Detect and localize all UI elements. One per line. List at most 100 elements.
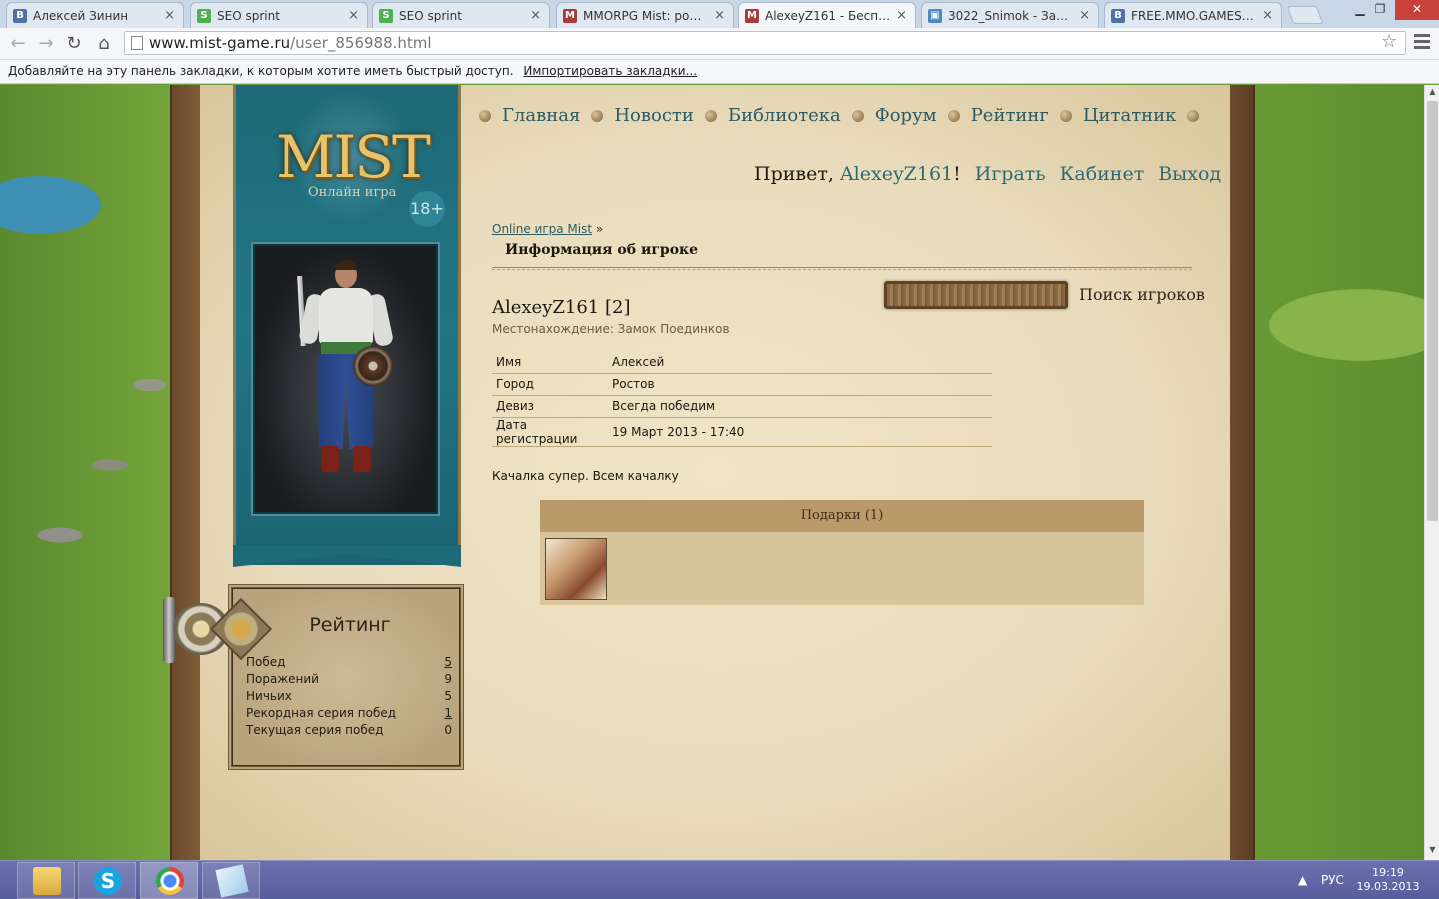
rating-label: Ничьих [246,689,292,703]
gift-item[interactable] [545,538,607,600]
breadcrumb-home-link[interactable]: Online игра Mist [492,222,592,236]
close-tab-icon[interactable]: × [348,8,359,23]
info-key: Город [492,373,608,396]
notes-icon [215,864,249,898]
nav-item[interactable]: Новости [614,105,694,126]
browser-tab[interactable]: M MMORPG Mist: ролева × [556,2,734,28]
table-row: Девиз Всегда победим [492,395,992,418]
scroll-up-icon[interactable]: ▲ [1425,87,1439,96]
browser-tab[interactable]: S SEO sprint × [372,2,550,28]
player-search-label[interactable]: Поиск игроков [1079,285,1205,304]
player-search-input[interactable] [884,281,1068,309]
url-host: www.mist-game.ru [149,34,291,52]
rating-label: Поражений [246,672,319,686]
close-window-button[interactable]: ✕ [1395,0,1439,20]
new-tab-button[interactable] [1286,6,1324,24]
nav-item[interactable]: Цитатник [1083,105,1177,126]
chrome-icon [156,867,184,895]
language-indicator[interactable]: РУС [1321,861,1344,899]
menu-icon[interactable] [1414,34,1430,52]
rating-value: 0 [444,723,452,737]
play-link[interactable]: Играть [975,163,1046,185]
clock-time: 19:19 [1372,866,1404,879]
import-bookmarks-link[interactable]: Импортировать закладки... [523,64,697,78]
rating-value: 5 [444,689,452,703]
rating-value[interactable]: 1 [444,705,452,722]
tab-title: AlexeyZ161 - Бесплатна [765,8,890,23]
taskbar-explorer-button[interactable] [17,862,75,899]
gifts-panel: Подарки (1) [540,500,1144,605]
mist-icon: M [563,8,577,23]
nav-item[interactable]: Форум [875,105,937,126]
nav-bullet-icon [1059,109,1072,122]
info-key: Девиз [492,395,608,418]
nav-bullet-icon [851,109,864,122]
reload-icon[interactable]: ↻ [62,32,86,56]
info-value: Всегда победим [608,395,992,418]
player-info-table: Имя Алексей Город Ростов Девиз Всегда победим… [492,351,992,447]
site-logo-subtitle: Онлайн игра [308,185,397,200]
bookmarks-bar: Добавляйте на эту панель закладки, к кот… [0,60,1439,84]
close-tab-icon[interactable]: × [714,8,725,23]
age-rating-badge: 18+ [409,191,445,227]
rating-row: Побед 5 [246,654,452,671]
taskbar-notes-button[interactable] [202,862,260,899]
scroll-down-icon[interactable]: ▼ [1425,845,1439,854]
info-value: Алексей [608,351,992,374]
rating-row: Ничьих 5 [246,688,452,705]
back-icon[interactable]: ← [6,32,30,56]
tray-expand-icon[interactable]: ▲ [1298,861,1307,899]
restore-button[interactable]: ❐ [1365,0,1395,20]
table-row: Дата регистрации 19 Март 2013 - 17:40 [492,417,992,447]
close-tab-icon[interactable]: × [896,8,907,23]
home-icon[interactable]: ⌂ [92,32,116,56]
rating-value[interactable]: 5 [444,654,452,671]
browser-tab[interactable]: В FREE.MMO.GAMES - лу × [1104,2,1282,28]
table-row: Город Ростов [492,373,992,396]
address-bar[interactable]: www.mist-game.ru/user_856988.html [124,31,1406,55]
nav-item[interactable]: Главная [502,105,580,126]
url-path: /user_856988.html [290,34,432,52]
page-icon [131,36,143,50]
nav-item[interactable]: Библиотека [728,105,841,126]
taskbar-chrome-button[interactable] [140,862,198,899]
greeting-prefix: Привет, [754,163,840,185]
browser-tab[interactable]: ▣ 3022_Snimok - Заливка × [921,2,1099,28]
forward-icon[interactable]: → [34,32,58,56]
close-tab-icon[interactable]: × [1262,8,1273,23]
tab-title: FREE.MMO.GAMES - лу [1131,8,1257,23]
close-tab-icon[interactable]: × [530,8,541,23]
player-about: Качалка супер. Всем качалку [492,469,679,483]
cabinet-link[interactable]: Кабинет [1060,163,1145,185]
greeting: Привет, AlexeyZ161 ! Играть Кабинет Выхо… [754,163,1221,185]
player-name: AlexeyZ161 [2] [492,297,631,318]
page-viewport: MIST Онлайн игра 18+ Рейтинг Побед 5 Пораж… [0,85,1424,860]
bookmark-star-icon[interactable]: ☆ [1381,31,1397,52]
browser-tab[interactable]: В Алексей Зинин × [6,2,184,28]
image-icon: ▣ [928,8,942,23]
close-tab-icon[interactable]: × [164,8,175,23]
tab-title: SEO sprint [217,8,280,23]
info-key: Имя [492,351,608,374]
clock[interactable]: 19:19 19.03.2013 [1356,866,1420,894]
browser-tab[interactable]: M AlexeyZ161 - Бесплатна × [738,2,916,28]
gifts-title: Подарки (1) [540,500,1144,532]
nav-item[interactable]: Рейтинг [971,105,1049,126]
vk-icon: В [13,8,27,23]
rating-label: Рекордная серия побед [246,706,397,720]
taskbar-skype-button[interactable]: S [78,862,136,899]
tab-title: SEO sprint [399,8,462,23]
page-title: Информация об игроке [505,242,699,258]
nav-bullet-icon [479,109,491,122]
logout-link[interactable]: Выход [1158,163,1221,185]
username-link[interactable]: AlexeyZ161 [840,163,953,185]
close-tab-icon[interactable]: × [1079,8,1090,23]
site-logo[interactable]: MIST [276,123,431,191]
character-portrait [253,244,438,514]
vertical-scrollbar[interactable]: ▲ ▼ [1424,85,1439,860]
scroll-thumb[interactable] [1427,101,1438,521]
nav-bullet-icon [1187,109,1200,122]
main-nav: Главная Новости Библиотека Форум Рейтинг Цита… [476,105,1210,126]
vk-icon: В [1111,8,1125,23]
browser-tab[interactable]: S SEO sprint × [190,2,368,28]
